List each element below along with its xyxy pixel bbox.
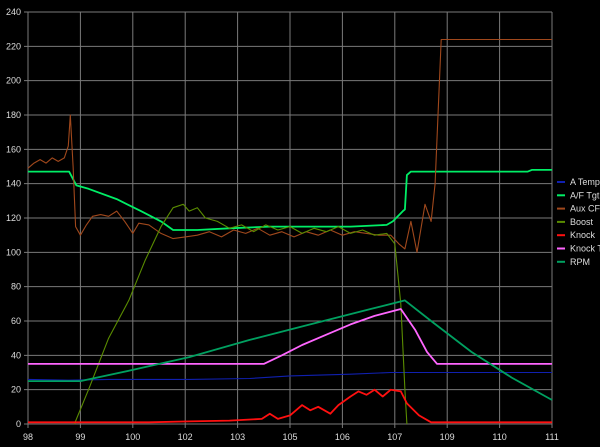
y-tick-label: 120	[6, 213, 21, 223]
legend-label: A/F Tgt	[570, 190, 600, 200]
line-chart: 0 20 40 60 80 100 120 140 160 180 200 220 240 98 99 10…	[6, 7, 600, 442]
legend-label: Aux CF	[570, 204, 600, 214]
y-tick-label: 60	[11, 316, 21, 326]
legend-label: Boost	[570, 217, 594, 227]
x-tick-label: 105	[282, 432, 297, 442]
legend: A Temp A/F Tgt Aux CF Boost Knock Knock T RPM	[557, 177, 600, 267]
y-tick-label: 160	[6, 144, 21, 154]
y-tick-label: 80	[11, 282, 21, 292]
x-tick-label: 103	[230, 432, 245, 442]
y-tick-label: 0	[16, 419, 21, 429]
series-line-boost	[73, 203, 408, 425]
grid	[24, 11, 553, 428]
y-axis-ticks: 0 20 40 60 80 100 120 140 160 180 200 220 240	[6, 7, 21, 429]
y-tick-label: 40	[11, 350, 21, 360]
y-tick-label: 180	[6, 110, 21, 120]
x-tick-label: 109	[440, 432, 455, 442]
x-tick-label: 110	[492, 432, 506, 442]
x-tick-label: 111	[545, 432, 559, 442]
legend-label: Knock T	[570, 244, 600, 254]
y-tick-label: 20	[11, 385, 21, 395]
y-tick-label: 200	[6, 76, 21, 86]
y-tick-label: 220	[6, 41, 21, 51]
x-tick-label: 99	[75, 432, 85, 442]
x-tick-label: 107	[387, 432, 402, 442]
legend-label: A Temp	[570, 177, 600, 187]
x-tick-label: 98	[23, 432, 33, 442]
y-tick-label: 140	[6, 179, 21, 189]
x-tick-label: 102	[178, 432, 193, 442]
x-tick-label: 100	[125, 432, 140, 442]
y-tick-label: 240	[6, 7, 21, 17]
x-axis-ticks: 98 99 100 102 103 105 106 107 109 110 111	[23, 432, 559, 442]
legend-label: RPM	[570, 257, 590, 267]
x-tick-label: 106	[335, 432, 350, 442]
y-tick-label: 100	[6, 247, 21, 257]
legend-label: Knock	[570, 230, 596, 240]
